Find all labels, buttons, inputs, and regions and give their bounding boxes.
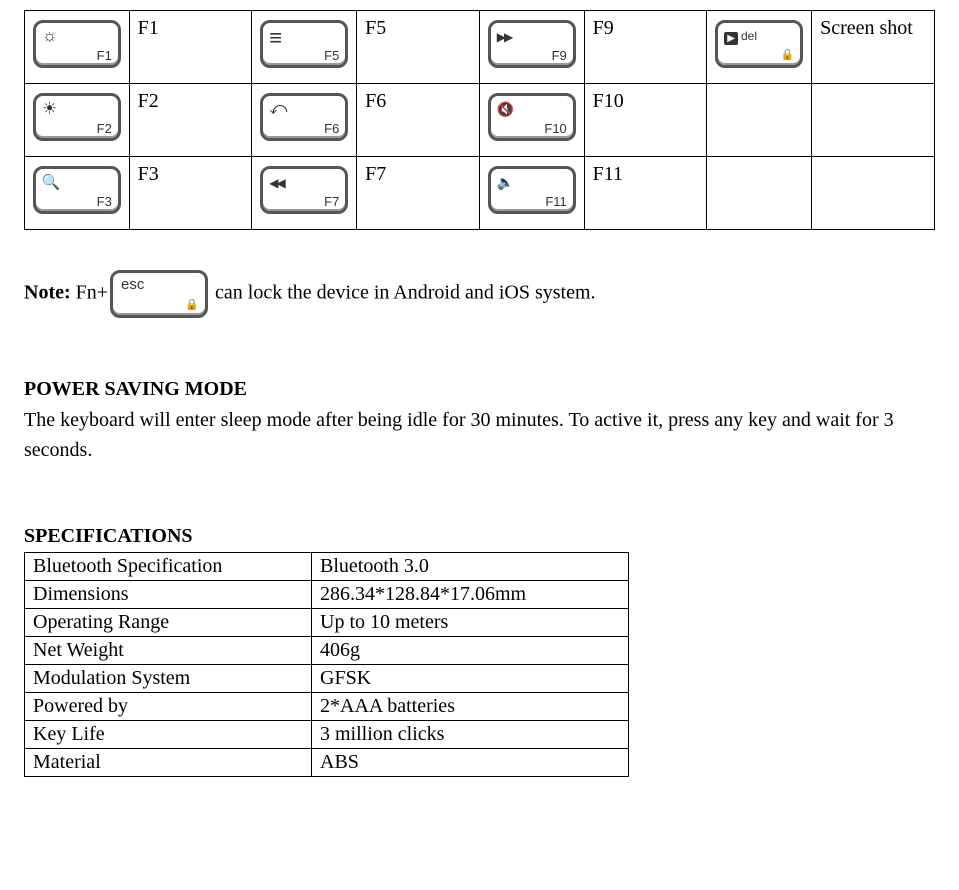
power-saving-heading: POWER SAVING MODE xyxy=(24,378,935,401)
power-saving-body: The keyboard will enter sleep mode after… xyxy=(24,405,935,465)
keycap-cell: F1 xyxy=(25,11,130,84)
forward-icon xyxy=(497,27,511,44)
brightness-icon xyxy=(42,27,58,44)
key-sublabel: F1 xyxy=(97,49,112,62)
spec-value: 286.34*128.84*17.06mm xyxy=(312,581,629,609)
esc-keycap: esc xyxy=(110,270,208,318)
F5-keycap: F5 xyxy=(260,20,348,68)
key-sublabel: F11 xyxy=(545,195,566,208)
esc-key-label: esc xyxy=(121,277,144,292)
F1-keycap: F1 xyxy=(33,20,121,68)
key-function-label: F1 xyxy=(129,11,252,84)
note-line: Note: Fn+ esc can lock the device in Andr… xyxy=(24,270,935,318)
key-sublabel: F7 xyxy=(324,195,339,208)
lock-icon xyxy=(185,297,199,312)
keycap-cell xyxy=(707,157,812,230)
key-sublabel: F9 xyxy=(552,49,567,62)
spec-value: 2*AAA batteries xyxy=(312,693,629,721)
key-function-label: F3 xyxy=(129,157,252,230)
keycap-cell: F11 xyxy=(479,157,584,230)
specifications-table: Bluetooth SpecificationBluetooth 3.0Dime… xyxy=(24,552,629,777)
key-function-label: F10 xyxy=(584,84,707,157)
note-fn-prefix: Fn+ xyxy=(71,282,108,304)
F3-keycap: F3 xyxy=(33,166,121,214)
key-function-label xyxy=(812,157,935,230)
spec-value: ABS xyxy=(312,749,629,777)
spec-key: Bluetooth Specification xyxy=(25,553,312,581)
F7-keycap: F7 xyxy=(260,166,348,214)
spec-value: Bluetooth 3.0 xyxy=(312,553,629,581)
key-sublabel: F3 xyxy=(97,195,112,208)
search-icon xyxy=(42,173,61,190)
F6-keycap: F6 xyxy=(260,93,348,141)
key-sublabel: F10 xyxy=(544,122,566,135)
keycap-cell: F3 xyxy=(25,157,130,230)
del-keycap: del xyxy=(715,20,803,68)
spec-key: Powered by xyxy=(25,693,312,721)
back-icon xyxy=(269,100,287,117)
key-function-label xyxy=(812,84,935,157)
key-function-label: F5 xyxy=(357,11,480,84)
keycap-cell: F2 xyxy=(25,84,130,157)
keycap-cell: F9 xyxy=(479,11,584,84)
menu-icon xyxy=(269,27,282,49)
key-function-label: F9 xyxy=(584,11,707,84)
spec-key: Net Weight xyxy=(25,637,312,665)
key-function-label: F7 xyxy=(357,157,480,230)
spec-value: Up to 10 meters xyxy=(312,609,629,637)
lock-icon xyxy=(781,47,795,62)
specifications-heading: SPECIFICATIONS xyxy=(24,525,935,548)
mute-icon xyxy=(497,100,514,117)
F9-keycap: F9 xyxy=(488,20,576,68)
keycap-cell xyxy=(707,84,812,157)
F10-keycap: F10 xyxy=(488,93,576,141)
F11-keycap: F11 xyxy=(488,166,576,214)
keycap-cell: F5 xyxy=(252,11,357,84)
brightness2-icon xyxy=(42,100,57,117)
key-function-label: F6 xyxy=(357,84,480,157)
key-sublabel: F5 xyxy=(324,49,339,62)
key-function-label: F11 xyxy=(584,157,707,230)
keycap-cell: del xyxy=(707,11,812,84)
spec-value: GFSK xyxy=(312,665,629,693)
key-function-label: F2 xyxy=(129,84,252,157)
key-sublabel: F6 xyxy=(324,122,339,135)
key-sublabel: F2 xyxy=(97,122,112,135)
spec-value: 406g xyxy=(312,637,629,665)
keycap-cell: F6 xyxy=(252,84,357,157)
spec-value: 3 million clicks xyxy=(312,721,629,749)
key-function-label: Screen shot xyxy=(812,11,935,84)
camera-icon: del xyxy=(724,27,757,44)
rewind-icon xyxy=(269,173,283,190)
spec-key: Material xyxy=(25,749,312,777)
keycap-cell: F7 xyxy=(252,157,357,230)
function-key-table: F1 F1 F5 F5 F9 F9 del Screen shot F2 F2 F6 F6 F10 F10… xyxy=(24,10,935,230)
spec-key: Key Life xyxy=(25,721,312,749)
voldown-icon xyxy=(497,173,514,190)
note-suffix: can lock the device in Android and iOS s… xyxy=(210,282,595,304)
note-label: Note: xyxy=(24,282,71,304)
spec-key: Operating Range xyxy=(25,609,312,637)
spec-key: Dimensions xyxy=(25,581,312,609)
spec-key: Modulation System xyxy=(25,665,312,693)
keycap-cell: F10 xyxy=(479,84,584,157)
F2-keycap: F2 xyxy=(33,93,121,141)
